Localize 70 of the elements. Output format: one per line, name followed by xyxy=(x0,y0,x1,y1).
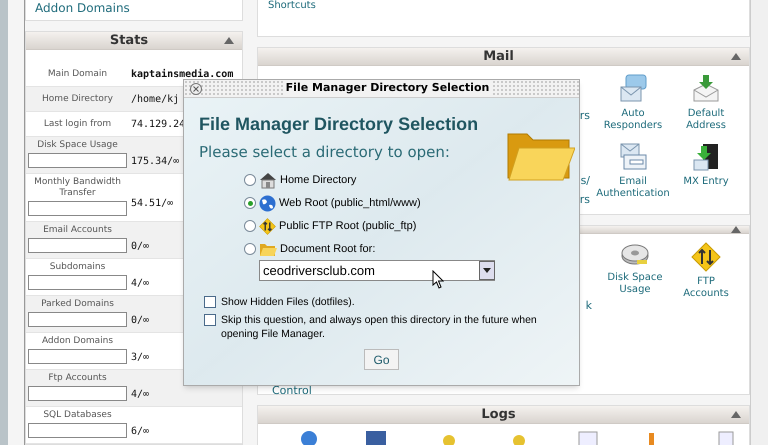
envelope-form-icon xyxy=(618,142,648,172)
mail-app-link[interactable]: Email Authentication xyxy=(595,142,671,200)
mail-link-fragment[interactable]: rs xyxy=(580,192,590,206)
collapse-arrow-icon[interactable] xyxy=(224,37,234,44)
globe-icon xyxy=(259,194,276,212)
stat-value: /home/kj xyxy=(130,92,180,106)
panel-title: Mail xyxy=(483,48,514,66)
stat-value: 0/∞ xyxy=(130,240,150,254)
stat-label: Email Accounts xyxy=(43,225,112,236)
mail-link-fragment[interactable]: s/ xyxy=(580,174,590,187)
mail-app-link[interactable]: Auto Responders xyxy=(595,74,671,132)
house-icon xyxy=(259,172,277,188)
mouse-cursor-icon xyxy=(432,270,444,289)
radio-button[interactable] xyxy=(244,197,256,209)
stat-value: 0/∞ xyxy=(130,314,150,328)
radio-label: Web Root (public_html/www) xyxy=(279,196,421,211)
stat-value: kaptainsmedia.com xyxy=(130,68,234,82)
envelope-speech-bubble-icon xyxy=(618,74,648,104)
stat-label: Main Domain xyxy=(48,68,108,80)
envelope-arrow-icon xyxy=(691,74,721,104)
panel-title: Stats xyxy=(110,32,148,50)
files-app-link[interactable]: FTP Accounts xyxy=(671,242,741,300)
domain-select[interactable]: ceodriversclub.com xyxy=(259,260,495,281)
radio-button[interactable] xyxy=(244,174,256,186)
mail-app-link[interactable]: Default Address xyxy=(671,74,741,132)
stat-value: 4/∞ xyxy=(130,388,150,402)
stat-value: 3/∞ xyxy=(130,350,150,364)
stat-value: 6/∞ xyxy=(130,424,150,438)
dialog-prompt: Please select a directory to open: xyxy=(199,143,451,161)
stat-label: Monthly Bandwidth Transfer xyxy=(33,177,122,199)
go-button[interactable]: Go xyxy=(364,349,399,370)
dialog-heading: File Manager Directory Selection xyxy=(199,113,478,135)
checkbox[interactable] xyxy=(204,296,216,308)
stat-label: Home Directory xyxy=(42,94,113,104)
stat-label: Last login from xyxy=(44,118,112,130)
checkbox[interactable] xyxy=(204,314,216,326)
link-fragment[interactable]: k xyxy=(586,298,592,314)
stat-label: Parked Domains xyxy=(41,299,114,310)
checkbox-label: Show Hidden Files (dotfiles). xyxy=(221,295,355,309)
stat-label: Ftp Accounts xyxy=(48,373,107,384)
radio-label: Public FTP Root (public_ftp) xyxy=(279,218,416,234)
radio-button[interactable] xyxy=(244,220,256,232)
stat-value: 54.51/∞ xyxy=(130,197,174,211)
radio-label: Document Root for: xyxy=(280,242,376,257)
collapse-arrow-icon[interactable] xyxy=(731,411,741,418)
shortcuts-link[interactable]: Shortcuts xyxy=(268,0,739,11)
stat-value: 74.129.24 xyxy=(130,118,186,132)
folder-icon xyxy=(259,242,277,256)
panel-title: Logs xyxy=(481,406,516,424)
dialog-title: File Manager Directory Selection xyxy=(282,80,492,97)
files-link[interactable]: Control xyxy=(272,384,312,396)
sidebar-link[interactable]: Addon Domains xyxy=(35,1,233,15)
warning-diamond-arrows-icon xyxy=(259,218,276,234)
collapse-arrow-icon[interactable] xyxy=(731,226,741,233)
warning-diamond-arrows-icon xyxy=(691,242,721,272)
server-envelope-icon xyxy=(691,142,721,172)
close-icon[interactable] xyxy=(190,82,202,94)
mail-link-fragment[interactable]: rs xyxy=(580,108,590,122)
mail-app-link[interactable]: MX Entry xyxy=(671,142,741,200)
stat-label: SQL Databases xyxy=(43,410,112,421)
stat-label: Addon Domains xyxy=(42,336,114,347)
files-app-link[interactable]: Disk Space Usage xyxy=(599,242,671,300)
checkbox-label: Skip this question, and always open this directory in the future when opening File Manager. xyxy=(221,313,538,341)
radio-button[interactable] xyxy=(244,243,256,255)
stat-label: Subdomains xyxy=(50,262,106,273)
stat-label: Disk Space Usage xyxy=(37,140,118,151)
collapse-arrow-icon[interactable] xyxy=(731,52,741,60)
stat-value: 175.34/∞ xyxy=(130,154,180,168)
stat-value: 4/∞ xyxy=(130,276,150,290)
radio-label: Home Directory xyxy=(280,172,356,188)
